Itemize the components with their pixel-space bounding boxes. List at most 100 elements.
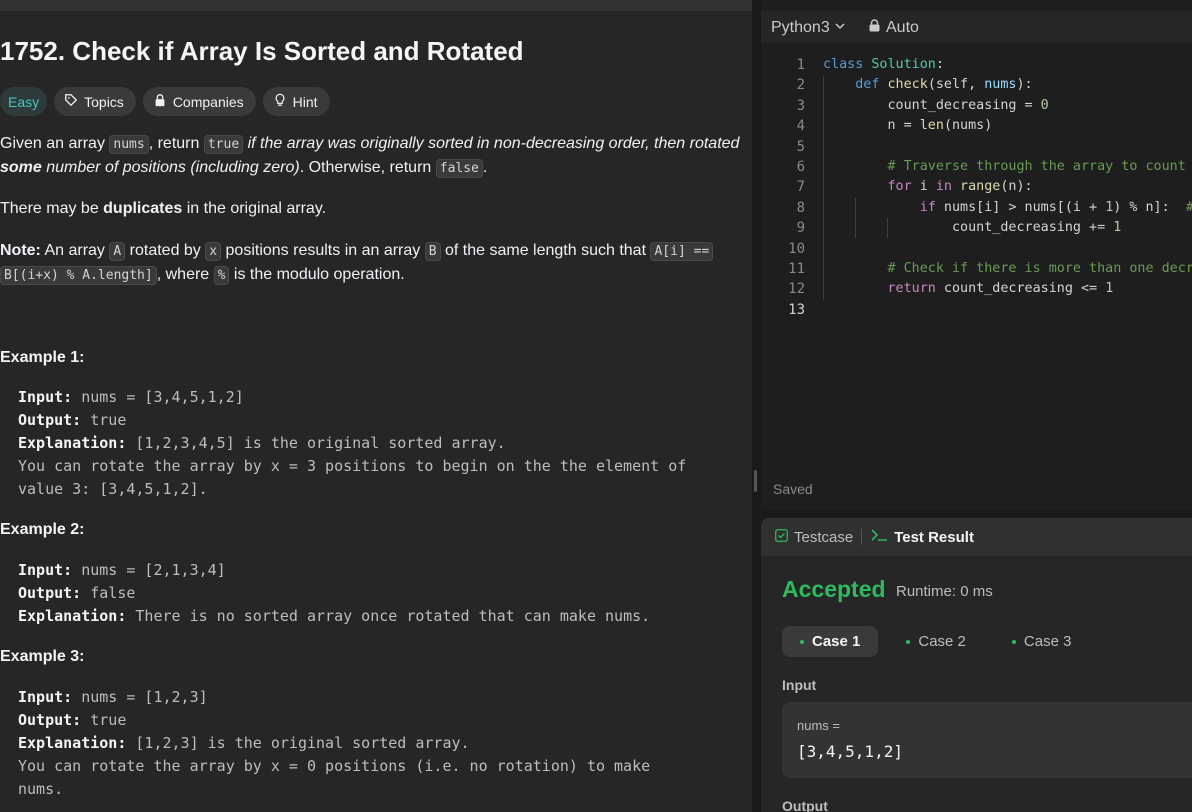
line-number: 9 [761, 218, 805, 238]
description-line-1: Given an array nums, return true if the … [0, 132, 739, 157]
code-line: for i in range(n): [823, 177, 1192, 197]
example-3-body: Input: nums = [1,2,3] Output: true Expla… [18, 686, 650, 801]
desc-text: , where [157, 266, 214, 283]
desc-bold-text: some [0, 159, 42, 176]
line-number: 1 [761, 55, 805, 75]
explanation-text: There is no sorted array once rotated th… [126, 607, 650, 625]
companies-button[interactable]: Companies [143, 87, 256, 116]
pass-dot-icon [906, 640, 910, 644]
explanation-text: [1,2,3,4,5] is the original sorted array… [126, 434, 505, 452]
case-label: Case 2 [918, 633, 966, 650]
line-number: 6 [761, 157, 805, 177]
tab-testcase[interactable]: Testcase [775, 529, 853, 546]
inline-code: B [425, 242, 441, 261]
variable-name: nums = [797, 718, 840, 733]
code-line: count_decreasing += 1 [823, 218, 1192, 238]
language-label: Python3 [771, 19, 830, 37]
line-number: 8 [761, 198, 805, 218]
tab-test-result[interactable]: Test Result [870, 528, 974, 546]
description-line-3: There may be duplicates in the original … [0, 197, 326, 221]
input-value: nums = [3,4,5,1,2] [72, 388, 244, 406]
output-value: false [81, 584, 135, 602]
save-status: Saved [773, 481, 813, 497]
desc-text: rotated by [125, 242, 205, 259]
inline-code: % [214, 266, 230, 285]
tag-icon [64, 93, 78, 110]
line-number: 2 [761, 75, 805, 95]
hint-button[interactable]: Hint [263, 87, 330, 116]
verdict-status: Accepted [782, 576, 886, 603]
explanation-text: You can rotate the array by x = 0 positi… [18, 755, 650, 778]
code-text-area[interactable]: class Solution: def check(self, nums): c… [823, 55, 1192, 320]
explanation-text: nums. [18, 778, 650, 801]
explanation-label: Explanation: [18, 734, 126, 752]
difficulty-badge[interactable]: Easy [0, 87, 47, 116]
input-value-box: nums = [3,4,5,1,2] [782, 702, 1192, 778]
problem-title: 1752. Check if Array Is Sorted and Rotat… [0, 36, 524, 67]
code-line [823, 300, 1192, 320]
inline-code: A [109, 242, 125, 261]
explanation-text: [1,2,3] is the original sorted array. [126, 734, 469, 752]
code-line: count_decreasing = 0 [823, 96, 1192, 116]
example-2-heading: Example 2: [0, 521, 84, 539]
inline-code: B[(i+x) % A.length] [0, 266, 157, 285]
lightbulb-icon [273, 93, 287, 110]
resize-grip[interactable] [754, 470, 757, 492]
explanation-label: Explanation: [18, 434, 126, 452]
checkbox-icon [775, 529, 788, 546]
result-tabs: Testcase Test Result [761, 518, 1192, 556]
note-line-1: Note: An array A rotated by x positions … [0, 239, 713, 264]
line-number: 5 [761, 137, 805, 157]
line-number: 10 [761, 239, 805, 259]
desc-text: in the original array. [182, 200, 326, 217]
runtime-value: Runtime: 0 ms [896, 583, 993, 600]
output-value: true [81, 711, 126, 729]
line-number: 12 [761, 279, 805, 299]
output-section-label: Output [782, 798, 828, 812]
problem-tags: Easy Topics Companies Hint [0, 87, 330, 117]
output-label: Output: [18, 711, 81, 729]
desc-text: is the modulo operation. [229, 266, 404, 283]
line-number: 11 [761, 259, 805, 279]
line-number: 3 [761, 96, 805, 116]
panel-resize-handle[interactable] [752, 0, 761, 812]
case-label: Case 3 [1024, 633, 1072, 650]
tab-case-3[interactable]: Case 3 [994, 626, 1090, 657]
line-number: 7 [761, 177, 805, 197]
topics-label: Topics [84, 94, 124, 110]
desc-text: of the same length such that [441, 242, 651, 259]
problem-panel: 1752. Check if Array Is Sorted and Rotat… [0, 0, 752, 812]
topics-button[interactable]: Topics [54, 87, 136, 116]
tab-testcase-label: Testcase [794, 529, 853, 546]
example-1-heading: Example 1: [0, 349, 84, 367]
desc-italic-text: number of positions (including zero) [42, 159, 300, 176]
desc-text: . [483, 159, 487, 176]
code-line: # Check if there is more than one decr [823, 259, 1192, 279]
language-selector[interactable]: Python3 [771, 19, 846, 37]
lock-icon [153, 93, 167, 110]
input-section-label: Input [782, 677, 816, 693]
code-line: if nums[i] > nums[(i + 1) % n]: # [823, 198, 1192, 218]
desc-italic-text: if the array was originally sorted in no… [243, 135, 739, 152]
explanation-label: Explanation: [18, 607, 126, 625]
tab-divider [861, 529, 862, 545]
output-label: Output: [18, 584, 81, 602]
output-value: true [81, 411, 126, 429]
explanation-text: value 3: [3,4,5,1,2]. [18, 478, 686, 501]
code-line: return count_decreasing <= 1 [823, 279, 1192, 299]
code-editor-panel: Python3 Auto 1 2 3 4 5 6 7 8 9 10 11 12 … [761, 0, 1192, 510]
mode-label: Auto [886, 19, 919, 37]
tab-case-2[interactable]: Case 2 [888, 626, 984, 657]
input-label: Input: [18, 561, 72, 579]
code-line [823, 137, 1192, 157]
example-3-heading: Example 3: [0, 648, 84, 666]
note-label: Note: [0, 242, 41, 259]
desc-bold-text: duplicates [103, 200, 182, 217]
variable-value: [3,4,5,1,2] [797, 742, 903, 761]
desc-text: Given an array [0, 135, 109, 152]
code-line: class Solution: [823, 55, 1192, 75]
auto-mode-toggle[interactable]: Auto [869, 19, 919, 37]
lock-icon [869, 19, 880, 37]
case-label: Case 1 [812, 633, 860, 650]
tab-case-1[interactable]: Case 1 [782, 626, 878, 657]
